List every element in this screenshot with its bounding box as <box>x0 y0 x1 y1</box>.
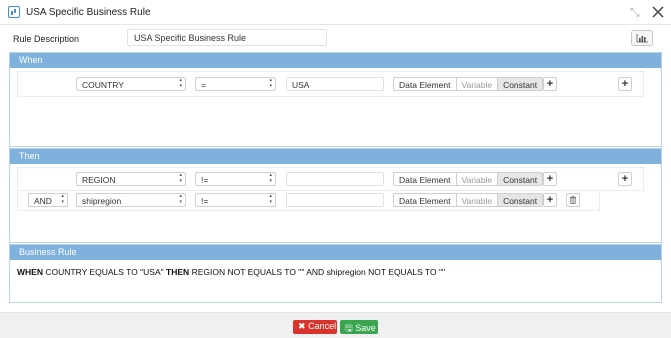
when-header: When <box>10 53 661 68</box>
then-mode-toggle-1[interactable]: Data Element Variable Constant <box>393 172 544 186</box>
rule-when-clause: COUNTRY EQUALS TO "USA" <box>45 267 164 277</box>
mode-data-element[interactable]: Data Element <box>394 78 457 90</box>
floppy-disk-icon: 🖫 <box>345 323 353 333</box>
then-add-group-button[interactable]: + <box>618 172 632 186</box>
when-operator-select[interactable]: = <box>195 77 276 91</box>
when-field-select[interactable]: COUNTRY <box>76 77 186 91</box>
when-add-group-button[interactable]: + <box>618 77 632 91</box>
then-value-input-1[interactable] <box>286 172 384 186</box>
business-rule-header: Business Rule <box>10 245 661 260</box>
business-rule-panel: Business Rule WHEN COUNTRY EQUALS TO "US… <box>9 244 662 303</box>
when-value-text: USA <box>292 80 310 90</box>
then-condition-row-2: AND shipregion != Data Element Variable … <box>17 191 600 211</box>
then-operator-value-1: != <box>201 175 209 185</box>
then-header: Then <box>10 149 661 164</box>
then-field-value-1: REGION <box>82 175 116 185</box>
mode-variable[interactable]: Variable <box>457 78 499 90</box>
when-field-value: COUNTRY <box>82 80 124 90</box>
then-operator-select-2[interactable]: != <box>195 193 276 207</box>
bar-chart-icon <box>636 34 648 43</box>
trash-icon[interactable] <box>566 193 580 207</box>
mode-variable[interactable]: Variable <box>457 194 499 206</box>
then-add-condition-button-1[interactable]: + <box>543 172 557 186</box>
window-title: USA Specific Business Rule <box>26 7 151 18</box>
then-condition-group: REGION != Data Element Variable Constant… <box>17 167 644 191</box>
then-field-value-2: shipregion <box>82 196 122 206</box>
when-add-condition-button[interactable]: + <box>543 77 557 91</box>
then-operator-select-1[interactable]: != <box>195 172 276 186</box>
then-panel: Then REGION != Data Element Variable Con… <box>9 148 662 243</box>
then-mode-toggle-2[interactable]: Data Element Variable Constant <box>393 193 544 207</box>
footer-bar: ✖ Cancel 🖫 Save <box>0 312 671 338</box>
rule-then-clause: REGION NOT EQUALS TO "" AND shipregion N… <box>191 267 446 277</box>
mode-data-element[interactable]: Data Element <box>394 194 457 206</box>
when-condition-row: COUNTRY = USA Data Element Variable Cons… <box>17 71 644 97</box>
save-label: Save <box>355 323 376 333</box>
keyword-then: THEN <box>166 267 190 277</box>
keyword-when: WHEN <box>17 267 43 277</box>
rule-description-label: Rule Description <box>13 34 80 44</box>
then-connector-select[interactable]: AND <box>28 193 68 207</box>
rule-description-input[interactable] <box>127 29 327 46</box>
business-rule-text: WHEN COUNTRY EQUALS TO "USA" THEN REGION… <box>17 267 445 277</box>
then-value-input-2[interactable] <box>286 193 384 207</box>
save-button[interactable]: 🖫 Save <box>340 320 378 334</box>
mode-variable[interactable]: Variable <box>457 173 499 185</box>
mode-constant[interactable]: Constant <box>498 194 543 206</box>
then-add-condition-button-2[interactable]: + <box>543 193 557 207</box>
close-icon[interactable] <box>651 5 665 19</box>
when-operator-value: = <box>201 80 206 90</box>
chart-button[interactable] <box>631 30 653 46</box>
title-bar: USA Specific Business Rule ⤡ <box>0 0 671 25</box>
then-field-select-1[interactable]: REGION <box>76 172 186 186</box>
when-panel: When COUNTRY = USA Data Element Variable… <box>9 52 662 147</box>
when-value-input[interactable]: USA <box>286 77 384 91</box>
mode-constant[interactable]: Constant <box>498 78 543 90</box>
cancel-x-icon: ✖ <box>298 321 306 331</box>
when-mode-toggle[interactable]: Data Element Variable Constant <box>393 77 544 91</box>
mode-constant[interactable]: Constant <box>498 173 543 185</box>
app-window-icon <box>8 6 20 18</box>
cancel-label: Cancel <box>308 321 337 331</box>
cancel-button[interactable]: ✖ Cancel <box>293 320 337 334</box>
mode-data-element[interactable]: Data Element <box>394 173 457 185</box>
then-connector-value: AND <box>34 196 52 206</box>
minimize-icon[interactable]: ⤡ <box>630 6 642 18</box>
then-field-select-2[interactable]: shipregion <box>76 193 186 207</box>
then-operator-value-2: != <box>201 196 209 206</box>
